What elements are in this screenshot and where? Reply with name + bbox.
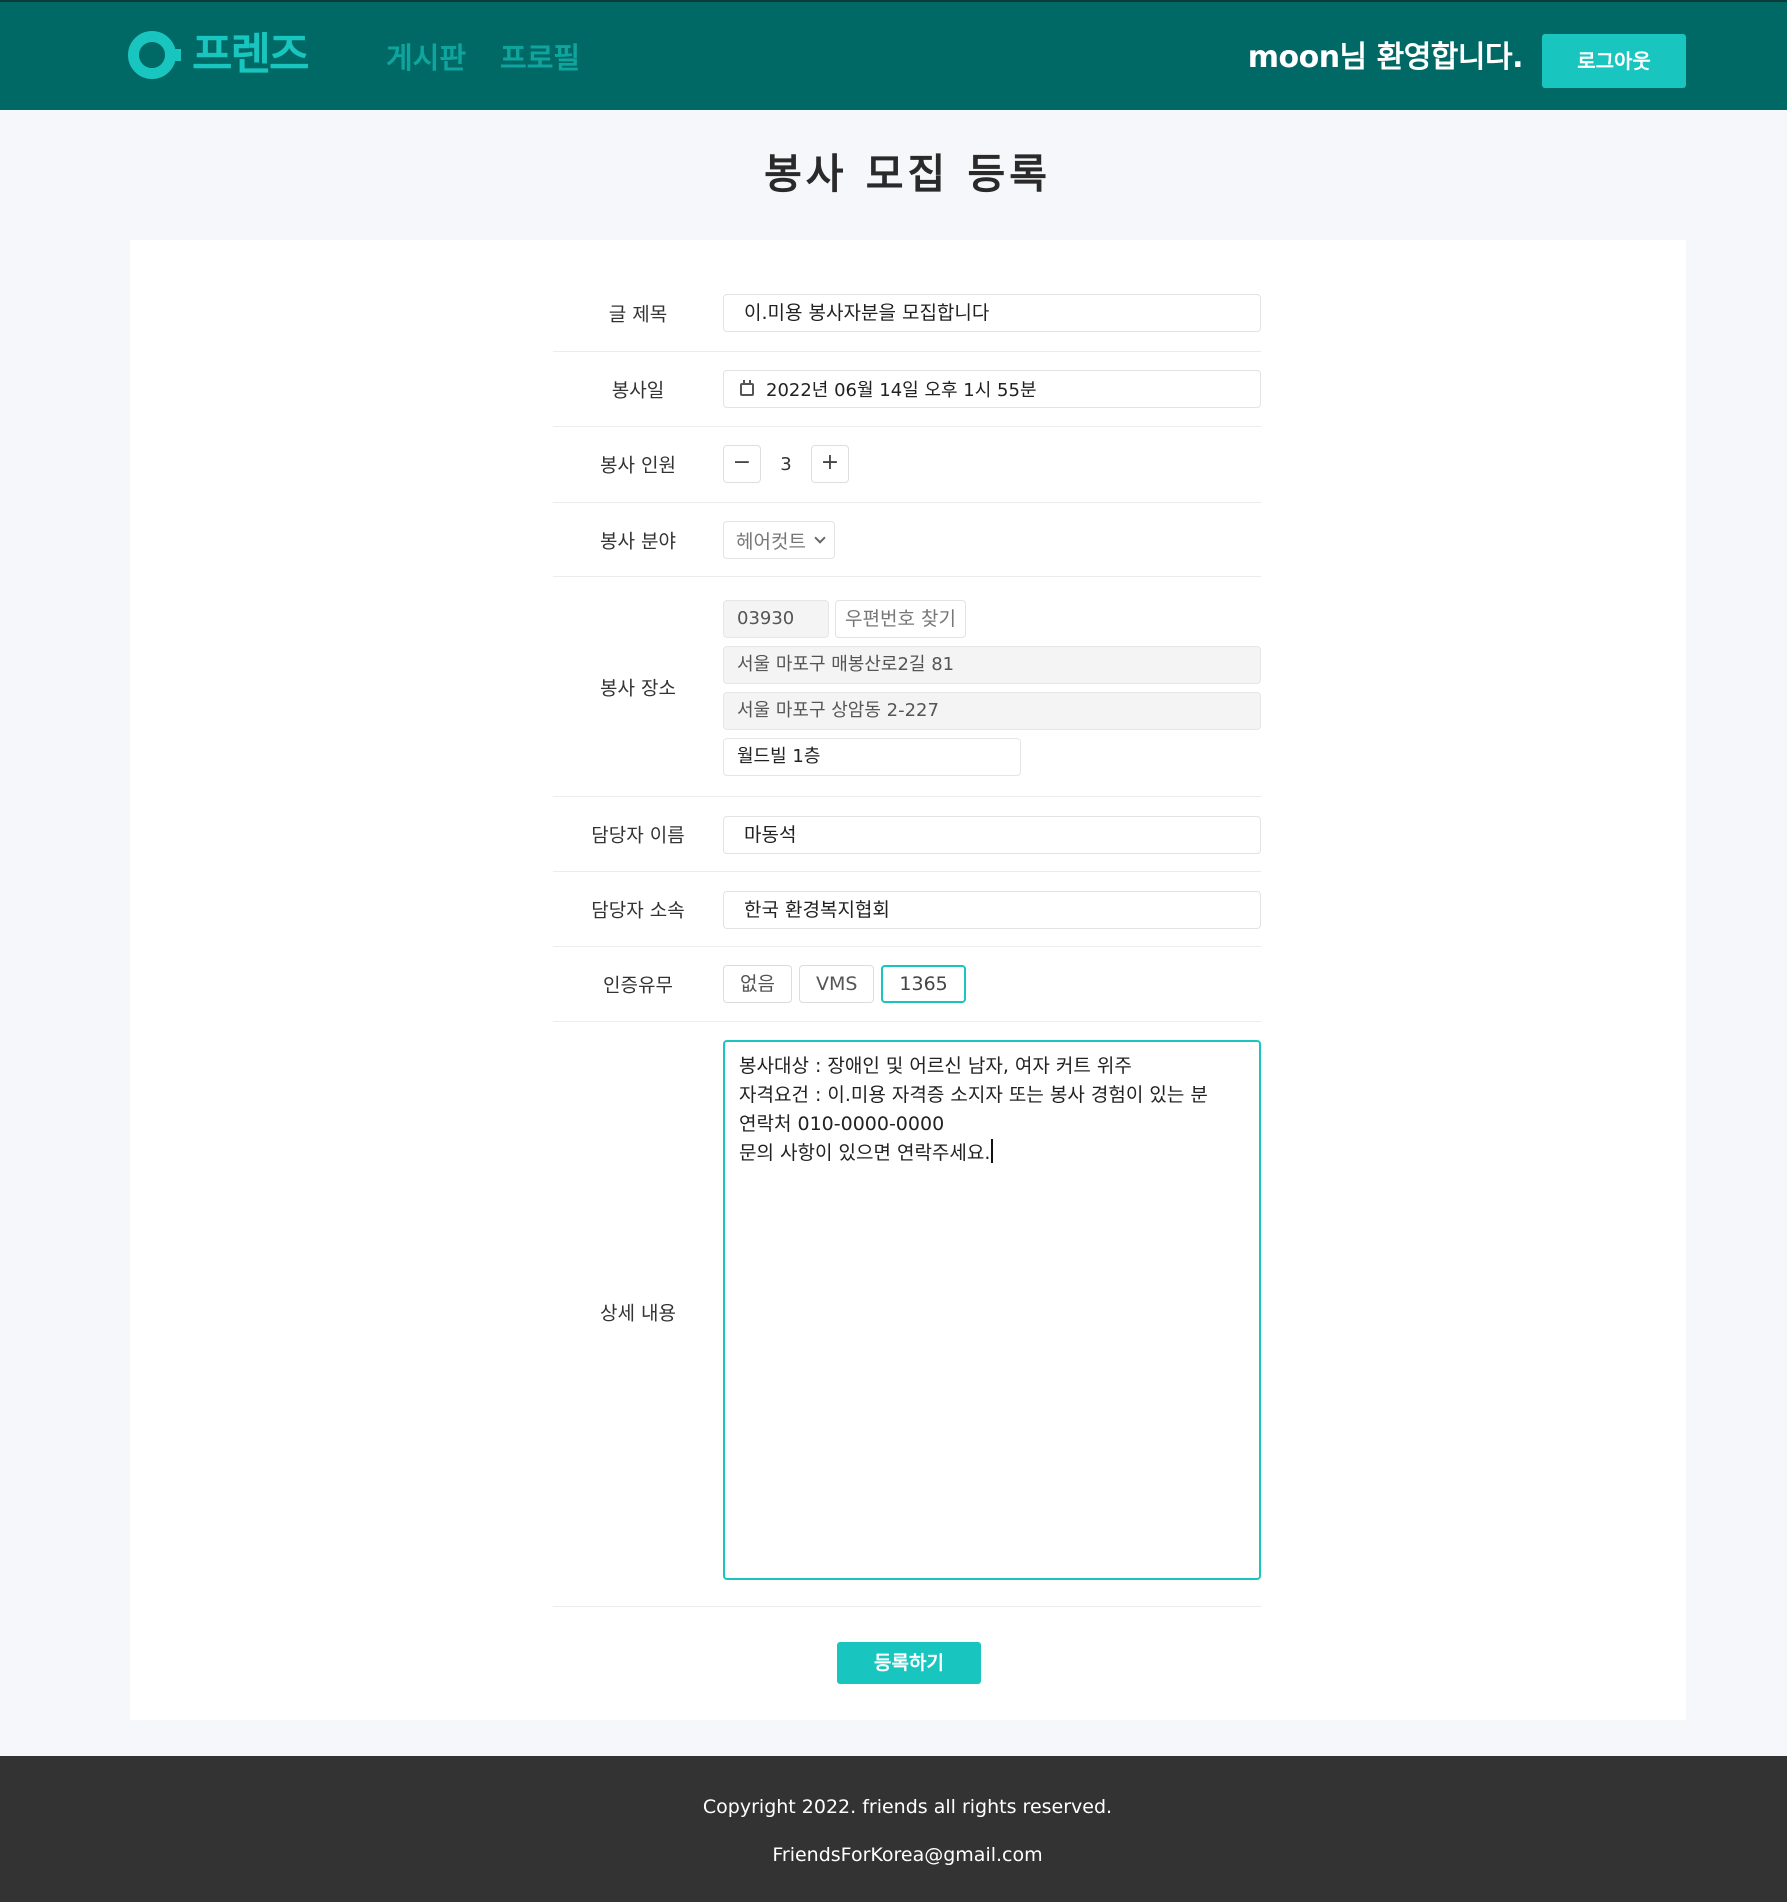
page-title: 봉사 모집 등록: [764, 150, 1051, 198]
main-nav: 게시판 프로필: [386, 38, 580, 78]
form-row-date: 봉사일 2022년 06월 14일 오후 1시 55분: [553, 352, 1261, 427]
details-line-1: 봉사대상 : 장애인 및 어르신 남자, 여자 커트 위주: [739, 1055, 1132, 1077]
form-row-details: 상세 내용 봉사대상 : 장애인 및 어르신 남자, 여자 커트 위주자격요건 …: [553, 1022, 1261, 1607]
date-label: 봉사일: [611, 379, 665, 402]
people-label: 봉사 인원: [600, 454, 676, 477]
certification-options: 없음 VMS 1365: [723, 965, 1261, 1003]
calendar-icon: [740, 379, 754, 396]
logout-button[interactable]: 로그아웃: [1542, 34, 1686, 88]
details-textarea[interactable]: 봉사대상 : 장애인 및 어르신 남자, 여자 커트 위주자격요건 : 이.미용…: [723, 1040, 1261, 1580]
category-value: 헤어컷트: [736, 530, 806, 553]
page: 프렌즈 게시판 프로필 moon님 환영합니다. 로그아웃 봉사 모집 등록 글…: [0, 0, 1787, 1902]
title-input[interactable]: 이.미용 봉사자분을 모집합니다: [723, 294, 1261, 332]
location-label: 봉사 장소: [600, 677, 676, 699]
manager-name-label: 담당자 이름: [591, 824, 685, 847]
form-row-category: 봉사 분야 헤어컷트: [553, 503, 1261, 577]
manager-org-label: 담당자 소속: [591, 899, 685, 922]
form-card: 글 제목 이.미용 봉사자분을 모집합니다 봉사일 2022년 06월 14일 …: [130, 240, 1686, 1720]
details-line-2: 자격요건 : 이.미용 자격증 소지자 또는 봉사 경험이 있는 분: [739, 1084, 1208, 1106]
volunteer-form: 글 제목 이.미용 봉사자분을 모집합니다 봉사일 2022년 06월 14일 …: [553, 240, 1261, 1607]
form-row-title: 글 제목 이.미용 봉사자분을 모집합니다: [553, 240, 1261, 352]
detail-address-input[interactable]: 월드빌 1층: [723, 738, 1021, 776]
zip-code-field: 03930: [723, 600, 829, 638]
category-select[interactable]: 헤어컷트: [723, 521, 835, 559]
form-row-manager-name: 담당자 이름 마동석: [553, 797, 1261, 872]
people-stepper: − 3 +: [723, 445, 1261, 483]
nav-item-board[interactable]: 게시판: [386, 38, 466, 78]
cert-option-none[interactable]: 없음: [723, 965, 792, 1003]
category-label: 봉사 분야: [600, 530, 676, 553]
form-row-certification: 인증유무 없음 VMS 1365: [553, 947, 1261, 1022]
logo[interactable]: 프렌즈: [128, 28, 309, 82]
increment-button[interactable]: +: [811, 445, 849, 483]
form-row-people: 봉사 인원 − 3 +: [553, 427, 1261, 503]
find-zip-button[interactable]: 우편번호 찾기: [835, 600, 966, 638]
footer-copyright: Copyright 2022. friends all rights reser…: [702, 1796, 1113, 1818]
nav-item-profile[interactable]: 프로필: [500, 38, 580, 78]
details-label: 상세 내용: [600, 1302, 676, 1325]
manager-org-input[interactable]: 한국 환경복지협회: [723, 891, 1261, 929]
footer: Copyright 2022. friends all rights reser…: [0, 1756, 1787, 1902]
welcome-message: moon님 환영합니다.: [1247, 40, 1524, 75]
decrement-button[interactable]: −: [723, 445, 761, 483]
road-address-field: 서울 마포구 매봉산로2길 81: [723, 646, 1261, 684]
title-label: 글 제목: [608, 303, 668, 326]
certification-label: 인증유무: [603, 974, 673, 997]
text-caret: [991, 1139, 994, 1163]
details-line-4: 문의 사항이 있으면 연락주세요.: [739, 1139, 1245, 1168]
cert-option-vms[interactable]: VMS: [798, 965, 875, 1003]
people-value[interactable]: 3: [761, 454, 811, 475]
logo-ring-icon: [128, 31, 181, 79]
jibun-address-field: 서울 마포구 상암동 2-227: [723, 692, 1261, 730]
footer-email[interactable]: FriendsForKorea@gmail.com: [0, 1844, 1787, 1866]
logo-text: 프렌즈: [192, 29, 309, 80]
chevron-down-icon: [814, 531, 826, 544]
top-header: 프렌즈 게시판 프로필 moon님 환영합니다. 로그아웃: [0, 0, 1787, 110]
submit-button[interactable]: 등록하기: [837, 1642, 981, 1684]
details-line-4-text: 문의 사항이 있으면 연락주세요.: [739, 1142, 991, 1164]
form-row-manager-org: 담당자 소속 한국 환경복지협회: [553, 872, 1261, 947]
date-value: 2022년 06월 14일 오후 1시 55분: [766, 380, 1037, 401]
manager-name-input[interactable]: 마동석: [723, 816, 1261, 854]
form-row-location: 봉사 장소 03930 우편번호 찾기 서울 마포구 매봉산로2길 81 서울 …: [553, 577, 1261, 797]
cert-option-1365[interactable]: 1365: [881, 965, 966, 1003]
details-line-3: 연락처 010-0000-0000: [739, 1113, 945, 1135]
date-input[interactable]: 2022년 06월 14일 오후 1시 55분: [723, 370, 1261, 408]
